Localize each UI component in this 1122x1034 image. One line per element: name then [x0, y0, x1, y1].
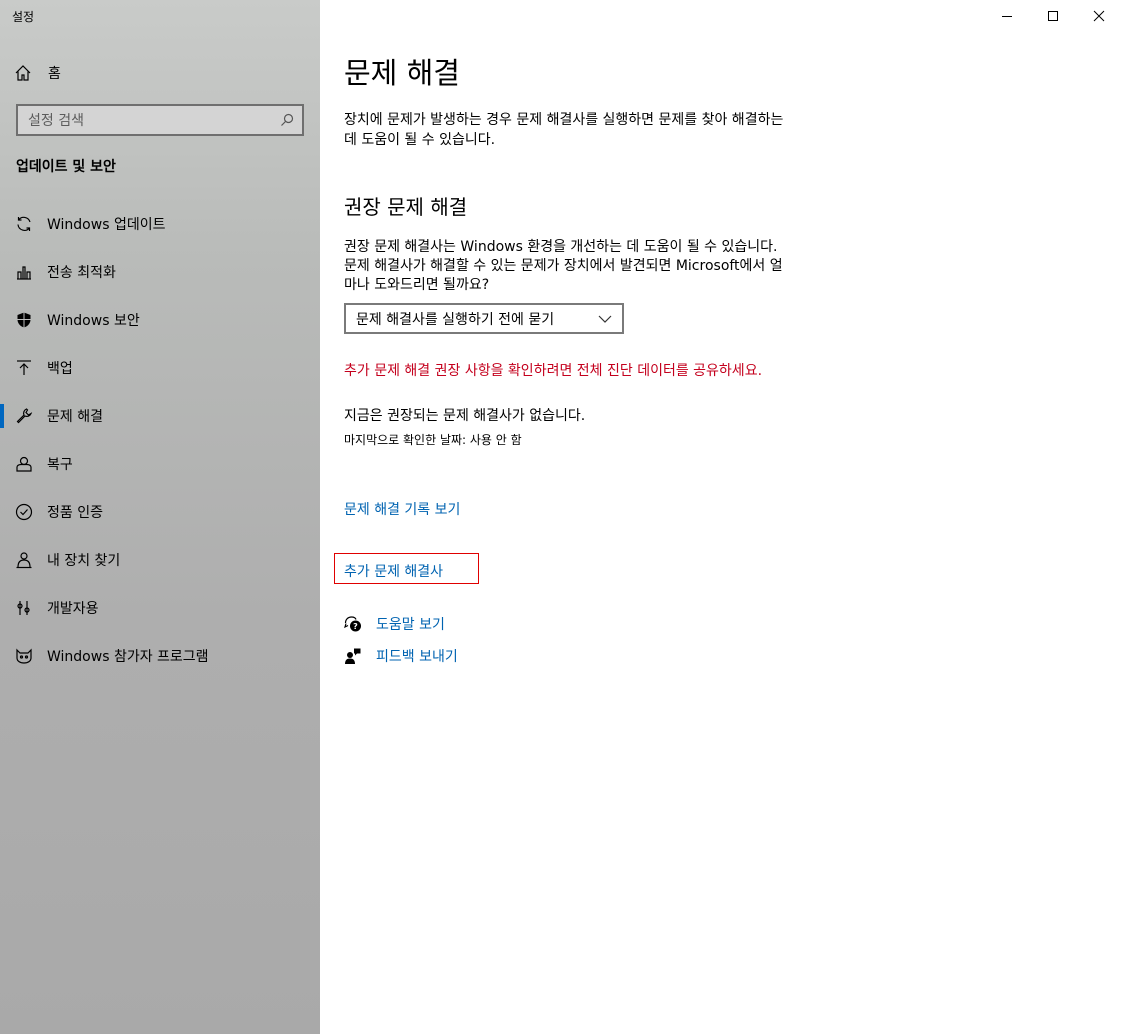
shield-icon	[15, 311, 33, 329]
page-title: 문제 해결	[344, 56, 460, 90]
recovery-icon	[15, 455, 33, 473]
sync-icon	[15, 215, 33, 233]
chevron-down-icon	[598, 315, 612, 323]
sidebar: 설정 홈 설정 검색 업데이트 및 보안 Windows 업데이트 전송 최적화	[0, 0, 320, 1034]
sidebar-item-delivery-optimization[interactable]: 전송 최적화	[0, 248, 320, 296]
svg-text:?: ?	[353, 622, 358, 631]
get-help-row[interactable]: ? 도움말 보기	[344, 614, 445, 634]
sidebar-item-windows-update[interactable]: Windows 업데이트	[0, 200, 320, 248]
diagnostic-warning-link[interactable]: 추가 문제 해결 권장 사항을 확인하려면 전체 진단 데이터를 공유하세요.	[344, 362, 794, 381]
recommended-title: 권장 문제 해결	[344, 195, 468, 219]
delivery-icon	[15, 263, 33, 281]
developer-icon	[15, 599, 33, 617]
insider-cat-icon	[15, 647, 33, 665]
app-title: 설정	[12, 10, 35, 24]
sidebar-item-find-my-device[interactable]: 내 장치 찾기	[0, 536, 320, 584]
check-circle-icon	[15, 503, 33, 521]
recommended-dropdown[interactable]: 문제 해결사를 실행하기 전에 묻기	[344, 303, 624, 334]
sidebar-item-backup[interactable]: 백업	[0, 344, 320, 392]
recommended-description: 권장 문제 해결사는 Windows 환경을 개선하는 데 도움이 될 수 있습…	[344, 239, 783, 293]
send-feedback-link[interactable]: 피드백 보내기	[376, 646, 458, 666]
sidebar-item-label: 복구	[47, 457, 73, 473]
close-button[interactable]	[1076, 0, 1122, 32]
sidebar-item-label: 전송 최적화	[47, 265, 116, 281]
sidebar-item-label: 문제 해결	[47, 409, 103, 425]
search-input[interactable]: 설정 검색	[16, 104, 304, 136]
get-help-link[interactable]: 도움말 보기	[376, 614, 445, 634]
minimize-button[interactable]	[984, 0, 1030, 32]
search-icon	[281, 113, 294, 126]
home-icon	[15, 65, 31, 81]
sidebar-item-label: 정품 인증	[47, 505, 103, 521]
sidebar-item-label: 개발자용	[47, 601, 99, 617]
feedback-person-icon	[345, 648, 361, 664]
home-label: 홈	[48, 66, 61, 82]
sidebar-item-label: Windows 참가자 프로그램	[47, 649, 209, 665]
help-chat-icon: ?	[344, 616, 361, 632]
wrench-icon	[15, 407, 33, 425]
sidebar-item-recovery[interactable]: 복구	[0, 440, 320, 488]
sidebar-nav: Windows 업데이트 전송 최적화 Windows 보안 백업 문제 해결	[0, 200, 320, 680]
additional-troubleshooters-link[interactable]: 추가 문제 해결사	[344, 561, 443, 581]
maximize-button[interactable]	[1030, 0, 1076, 32]
sidebar-item-label: Windows 업데이트	[47, 217, 166, 233]
page-description: 장치에 문제가 발생하는 경우 문제 해결사를 실행하면 문제를 찾아 해결하는…	[344, 112, 784, 148]
section-title: 업데이트 및 보안	[16, 159, 116, 175]
dropdown-value: 문제 해결사를 실행하기 전에 묻기	[356, 311, 555, 328]
search-placeholder: 설정 검색	[28, 113, 84, 129]
sidebar-item-troubleshoot[interactable]: 문제 해결	[0, 392, 320, 440]
history-link[interactable]: 문제 해결 기록 보기	[344, 499, 460, 519]
person-pin-icon	[15, 551, 33, 569]
sidebar-item-label: Windows 보안	[47, 313, 140, 329]
sidebar-item-for-developers[interactable]: 개발자용	[0, 584, 320, 632]
sidebar-item-activation[interactable]: 정품 인증	[0, 488, 320, 536]
sidebar-item-windows-security[interactable]: Windows 보안	[0, 296, 320, 344]
maximize-icon	[1048, 11, 1058, 21]
sidebar-item-label: 백업	[47, 361, 73, 377]
sidebar-item-label: 내 장치 찾기	[47, 553, 121, 569]
close-icon	[1093, 10, 1105, 22]
minimize-icon	[1002, 16, 1012, 17]
last-checked-text: 마지막으로 확인한 날짜: 사용 안 함	[344, 433, 522, 447]
recommended-status: 지금은 권장되는 문제 해결사가 없습니다.	[344, 408, 586, 424]
home-nav-item[interactable]: 홈	[14, 60, 61, 86]
sidebar-item-insider-program[interactable]: Windows 참가자 프로그램	[0, 632, 320, 680]
upload-icon	[15, 359, 33, 377]
send-feedback-row[interactable]: 피드백 보내기	[344, 646, 458, 666]
